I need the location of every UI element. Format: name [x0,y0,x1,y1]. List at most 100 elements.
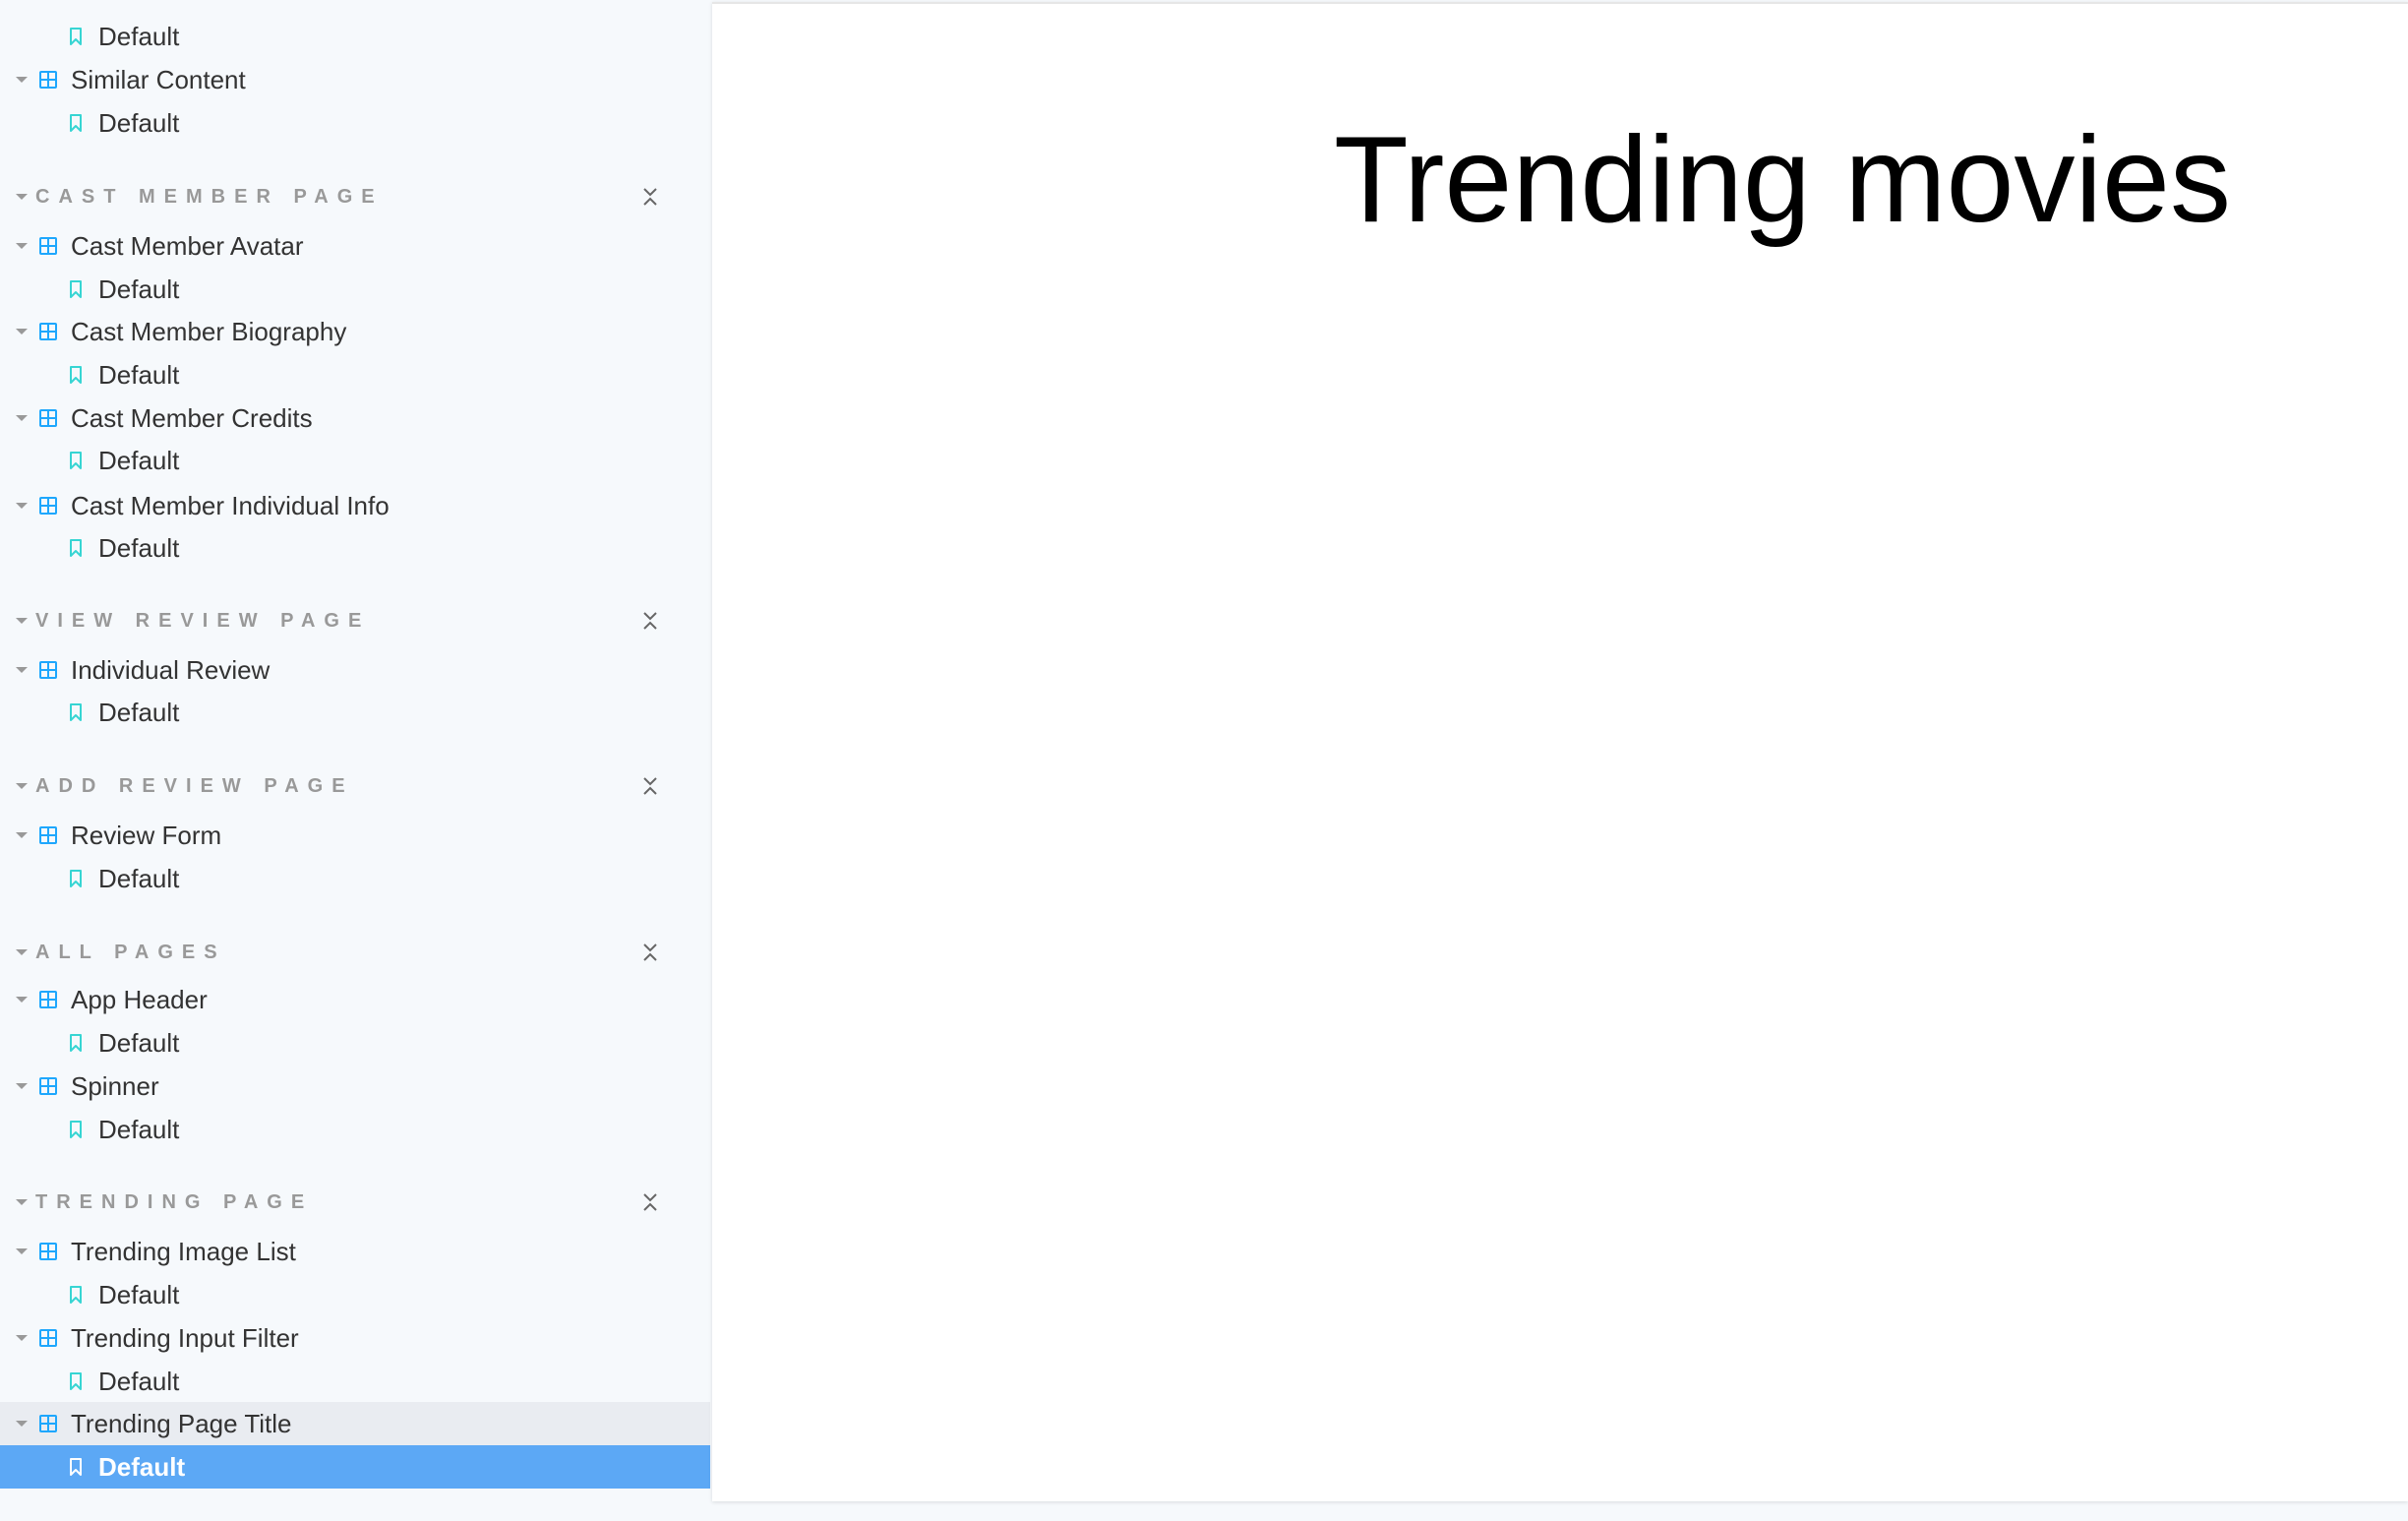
group-label: VIEW REVIEW PAGE [35,609,371,632]
story-item-default[interactable]: Default [0,857,710,900]
bookmark-icon [69,280,83,298]
story-item-default[interactable]: Default [0,1273,710,1316]
bookmark-icon [69,539,83,557]
story-item-default[interactable]: Default [0,1360,710,1403]
story-label: Default [98,1279,180,1309]
caret-down-icon [14,189,30,205]
component-item-cast-member-credits[interactable]: Cast Member Credits [0,396,710,440]
collapse-all-icon[interactable] [641,774,659,798]
component-icon [39,1077,57,1095]
component-item-cast-member-avatar[interactable]: Cast Member Avatar [0,224,710,268]
caret-down-icon [14,778,30,794]
component-item-trending-image-list[interactable]: Trending Image List [0,1230,710,1273]
story-item-default[interactable]: Default [0,691,710,734]
bookmark-icon [69,1458,83,1476]
story-item-default[interactable]: Default [0,101,710,145]
component-label: Spinner [71,1070,159,1101]
caret-down-icon [14,662,30,678]
bookmark-icon [69,452,83,469]
caret-down-icon [14,1330,30,1346]
story-label: Default [98,863,180,893]
group-all-pages[interactable]: ALL PAGES [0,931,710,974]
story-item-default[interactable]: Default [0,526,710,570]
story-label: Default [98,445,180,475]
story-label: Default [98,107,180,138]
component-label: Trending Image List [71,1236,296,1266]
story-item-default[interactable]: Default [0,353,710,396]
caret-down-icon [14,613,30,629]
component-icon [39,1415,57,1432]
caret-down-icon [14,1244,30,1259]
story-item-default[interactable]: Default [0,1021,710,1065]
group-label: ALL PAGES [35,941,226,963]
group-cast-member-page[interactable]: CAST MEMBER PAGE [0,175,710,218]
caret-down-icon [14,992,30,1007]
story-item-default[interactable]: Default [0,15,710,58]
caret-down-icon [14,1416,30,1431]
story-label: Default [98,274,180,304]
group-add-review-page[interactable]: ADD REVIEW PAGE [0,764,710,808]
component-label: Similar Content [71,64,246,94]
collapse-all-icon[interactable] [641,609,659,633]
component-label: Trending Page Title [71,1408,292,1438]
bookmark-icon [69,870,83,887]
component-icon [39,323,57,340]
story-label: Default [98,532,180,563]
component-label: Trending Input Filter [71,1322,299,1353]
group-label: ADD REVIEW PAGE [35,774,354,797]
bookmark-icon [69,114,83,132]
collapse-all-icon[interactable] [641,941,659,964]
component-label: Cast Member Individual Info [71,490,390,520]
bookmark-icon [69,1372,83,1390]
story-item-default[interactable]: Default [0,1108,710,1151]
component-item-spinner[interactable]: Spinner [0,1065,710,1108]
component-item-cast-member-biography[interactable]: Cast Member Biography [0,310,710,353]
caret-down-icon [14,72,30,88]
collapse-all-icon[interactable] [641,185,659,209]
story-label: Default [98,1114,180,1144]
caret-down-icon [14,238,30,254]
component-icon [39,1329,57,1347]
component-label: Review Form [71,820,222,850]
component-item-cast-member-individual-info[interactable]: Cast Member Individual Info [0,484,710,527]
component-item-similar-content[interactable]: Similar Content [0,58,710,101]
component-icon [39,661,57,679]
story-label: Default [98,359,180,390]
component-icon [39,497,57,515]
caret-down-icon [14,1078,30,1094]
story-label: Default [98,21,180,51]
story-label: Default [98,1027,180,1058]
component-item-trending-page-title[interactable]: Trending Page Title [0,1402,710,1445]
caret-down-icon [14,944,30,960]
story-label: Default [98,1451,186,1482]
bookmark-icon [69,28,83,45]
component-icon [39,71,57,89]
component-icon [39,991,57,1008]
caret-down-icon [14,827,30,843]
component-label: Cast Member Avatar [71,230,304,261]
group-label: TRENDING PAGE [35,1190,314,1213]
component-item-individual-review[interactable]: Individual Review [0,648,710,692]
caret-down-icon [14,1194,30,1210]
bookmark-icon [69,703,83,721]
sidebar: Default Similar Content Default CAST MEMBER… [0,0,710,1521]
component-item-app-header[interactable]: App Header [0,978,710,1021]
component-label: Cast Member Credits [71,402,313,433]
group-label: CAST MEMBER PAGE [35,185,384,208]
bookmark-icon [69,1034,83,1052]
component-item-trending-input-filter[interactable]: Trending Input Filter [0,1316,710,1360]
component-icon [39,237,57,255]
preview-canvas: Trending movies [712,2,2408,1501]
component-label: Individual Review [71,654,271,685]
collapse-all-icon[interactable] [641,1190,659,1214]
group-trending-page[interactable]: TRENDING PAGE [0,1181,710,1224]
component-item-review-form[interactable]: Review Form [0,814,710,857]
story-item-default[interactable]: Default [0,439,710,482]
story-item-default[interactable]: Default [0,268,710,311]
component-label: App Header [71,984,208,1014]
group-view-review-page[interactable]: VIEW REVIEW PAGE [0,599,710,642]
bookmark-icon [69,1286,83,1304]
story-item-default[interactable]: Default [0,1445,710,1489]
caret-down-icon [14,498,30,514]
component-icon [39,826,57,844]
